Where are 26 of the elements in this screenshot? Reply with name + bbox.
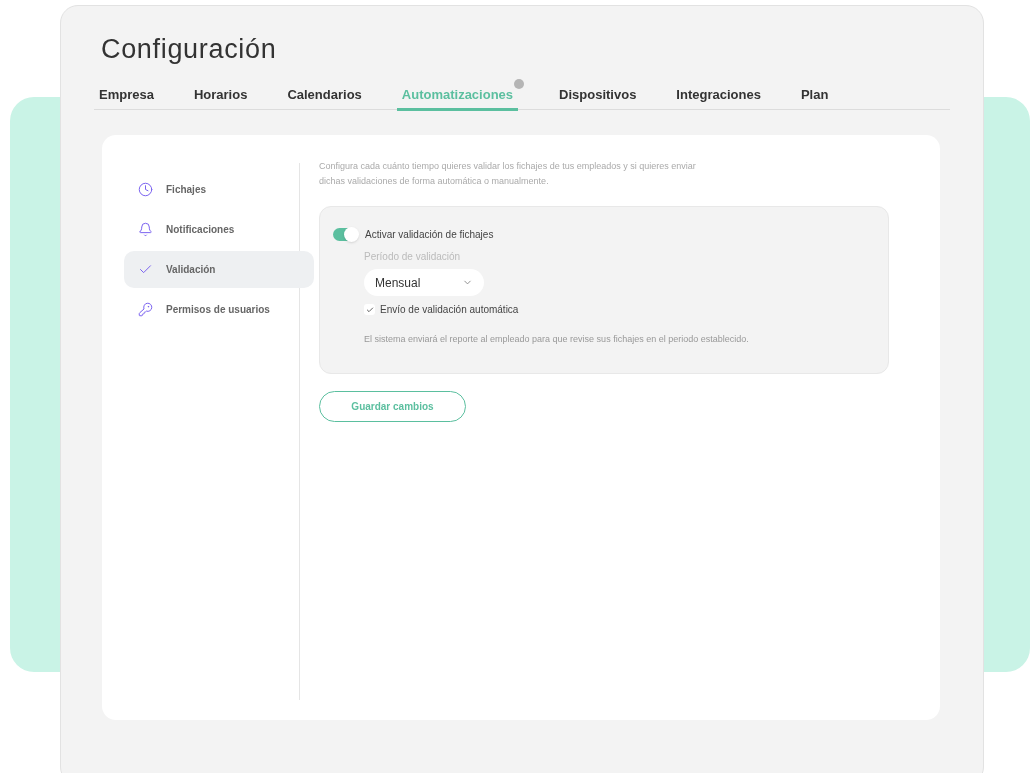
clock-icon <box>138 182 153 197</box>
tab[interactable]: Dispositivos <box>554 85 642 111</box>
sidebar-label: Permisos de usuarios <box>166 303 270 317</box>
tab[interactable]: Horarios <box>188 85 253 111</box>
tab[interactable]: Integraciones <box>671 85 766 111</box>
key-icon <box>138 302 153 317</box>
sidebar-label: Validación <box>166 263 216 277</box>
toggle-switch[interactable] <box>333 228 358 241</box>
toggle-label: Activar validación de fichajes <box>365 228 494 242</box>
checkmark-icon <box>365 305 374 314</box>
sidebar-label: Notificaciones <box>166 223 235 237</box>
checkbox-label: Envío de validación automática <box>380 303 519 317</box>
sidebar-item[interactable]: Permisos de usuarios <box>124 291 314 328</box>
description-text: Configura cada cuánto tiempo quieres validar los fichajes de tus empleados y si quieres enviar dichas validaciones de forma automática o manualmente. <box>319 160 697 188</box>
tab[interactable]: Empresa <box>94 85 159 111</box>
tab[interactable]: Calendarios <box>282 85 367 111</box>
tab[interactable]: Plan <box>795 85 834 111</box>
bell-icon <box>138 222 153 237</box>
sidebar-item[interactable]: Fichajes <box>124 171 314 208</box>
sidebar-item[interactable]: Notificaciones <box>124 211 314 248</box>
info-text: El sistema enviará el reporte al empleado para que revise sus fichajes en el periodo establecido. <box>364 333 749 346</box>
sidebar-label: Fichajes <box>166 183 207 197</box>
period-dropdown[interactable]: Mensual <box>364 269 484 296</box>
page-title: Configuración <box>101 36 277 63</box>
sidebar-item[interactable]: Validación <box>124 251 314 288</box>
checkbox[interactable] <box>364 304 375 315</box>
